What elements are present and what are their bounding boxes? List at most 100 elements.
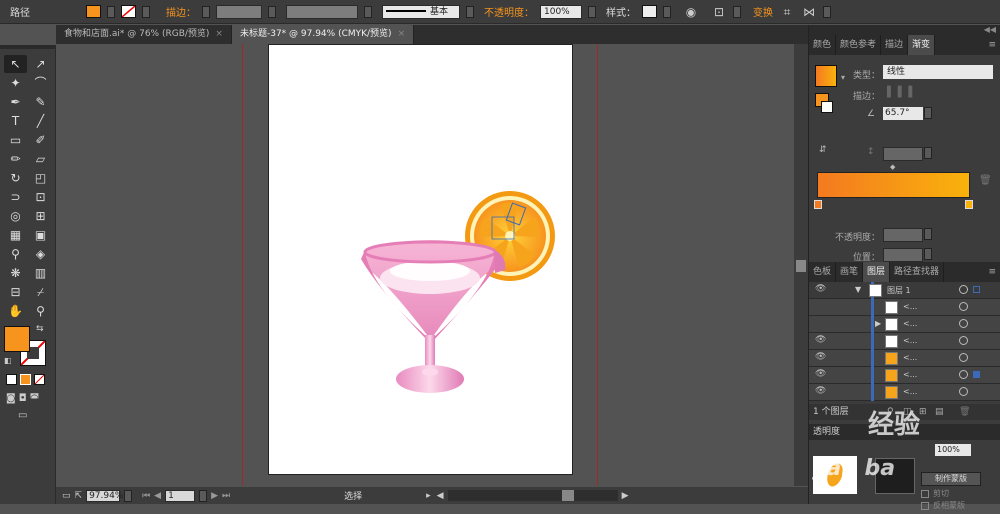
visibility-eye-icon[interactable]: 👁 (815, 284, 826, 294)
target-icon[interactable] (959, 319, 968, 328)
sublayer-name[interactable]: <... (903, 353, 917, 362)
blend-tool[interactable]: ◈ (29, 245, 52, 263)
delete-stop-icon[interactable]: 🗑 (979, 175, 992, 186)
curvature-tool[interactable]: ✎ (29, 93, 52, 111)
new-sublayer-icon[interactable]: ⊞ (919, 404, 927, 420)
sublayer-row[interactable]: 👁 <... (809, 333, 1000, 350)
artboard-tool[interactable]: ⊟ (4, 283, 27, 301)
visibility-eye-icon[interactable]: 👁 (815, 352, 826, 362)
tab-color-guide[interactable]: 颜色参考 (836, 35, 882, 55)
panel-menu-icon[interactable]: ≡ (984, 35, 1000, 55)
magic-wand-tool[interactable]: ✦ (4, 74, 27, 92)
rotate-tool[interactable]: ↻ (4, 169, 27, 187)
artboard[interactable] (268, 44, 573, 475)
transparency-title[interactable]: 透明度 (813, 427, 840, 437)
eraser-tool[interactable]: ▱ (29, 150, 52, 168)
angle-field[interactable]: 65.7° (883, 107, 923, 120)
clip-checkbox[interactable] (921, 490, 929, 498)
line-tool[interactable]: ╱ (29, 112, 52, 130)
pen-tool[interactable]: ✒ (4, 93, 27, 111)
layer-name[interactable]: 图层 1 (887, 285, 911, 296)
pencil-tool[interactable]: ✏ (4, 150, 27, 168)
sublayer-name[interactable]: <... (903, 370, 917, 379)
stroke-dropdown-icon[interactable] (142, 5, 150, 18)
new-layer-icon[interactable]: ▤ (935, 404, 944, 420)
midpoint-diamond-icon[interactable]: ◆ (890, 163, 895, 171)
artboard-nav-icon[interactable]: ▭ (62, 491, 71, 501)
target-icon[interactable] (959, 353, 968, 362)
page-dropdown[interactable] (199, 489, 208, 502)
gradient-tool[interactable]: ▣ (29, 226, 52, 244)
fill-dropdown-icon[interactable] (107, 5, 115, 18)
first-artboard-icon[interactable]: ⏮ (142, 491, 150, 501)
gradient-type-select[interactable]: 线性 (883, 65, 993, 79)
horizontal-scrollbar[interactable] (447, 490, 618, 501)
sublayer-row[interactable]: 👁 <... (809, 384, 1000, 401)
target-icon[interactable] (959, 387, 968, 396)
target-icon[interactable] (959, 370, 968, 379)
draw-behind-icon[interactable]: ◘ (19, 393, 27, 404)
sublayer-name[interactable]: <... (903, 319, 917, 328)
sublayer-row[interactable]: <... (809, 299, 1000, 316)
scroll-thumb[interactable] (796, 260, 806, 272)
expand-arrow-icon[interactable]: ▼ (855, 285, 861, 294)
none-mode-icon[interactable] (34, 374, 45, 385)
last-artboard-icon[interactable]: ⏭ (222, 491, 230, 501)
align-dropdown[interactable] (733, 5, 741, 18)
hscroll-left-icon[interactable]: ◀ (437, 491, 444, 501)
column-graph-tool[interactable]: ▥ (29, 264, 52, 282)
stroke-weight-stepper[interactable] (202, 5, 210, 18)
zoom-field[interactable]: 97.94% (86, 489, 123, 502)
transparency-opacity-field[interactable]: 100% (935, 444, 971, 456)
opacity-label[interactable]: 不透明度： (484, 4, 534, 19)
aspect-ratio-dropdown[interactable] (924, 147, 932, 159)
target-icon[interactable] (959, 302, 968, 311)
export-icon[interactable]: ⇱ (75, 491, 83, 501)
angle-dropdown[interactable] (924, 107, 932, 119)
hscroll-thumb[interactable] (561, 490, 574, 501)
layer-row[interactable]: 👁 ▼ 图层 1 (809, 282, 1000, 299)
sublayer-row[interactable]: ▶ <... (809, 316, 1000, 333)
slice-tool[interactable]: ⌿ (29, 283, 52, 301)
doc-tab-2[interactable]: 未标题-37* @ 97.94% (CMYK/预览) × (231, 25, 415, 44)
perspective-grid-tool[interactable]: ⊞ (29, 207, 52, 225)
gradient-preview-swatch[interactable] (815, 65, 837, 87)
variable-width-field[interactable] (286, 4, 358, 19)
stop-location-field[interactable] (883, 248, 923, 262)
opacity-field[interactable]: 100% (540, 4, 582, 19)
tab-stroke[interactable]: 描边 (881, 35, 909, 55)
target-icon[interactable] (959, 336, 968, 345)
sublayer-name[interactable]: <... (903, 336, 917, 345)
tab-gradient[interactable]: 渐变 (908, 35, 936, 55)
cocktail-artwork[interactable] (269, 45, 574, 476)
hscroll-right-icon[interactable]: ▶ (622, 491, 629, 501)
close-icon[interactable]: × (215, 29, 223, 39)
visibility-eye-icon[interactable]: 👁 (815, 386, 826, 396)
brush-style-dropdown[interactable] (466, 5, 474, 18)
width-tool[interactable]: ⊃ (4, 188, 27, 206)
gradient-stop-left[interactable] (814, 200, 822, 209)
eyedropper-tool[interactable]: ⚲ (4, 245, 27, 263)
transform-link[interactable]: 变换 (753, 4, 773, 19)
zoom-dropdown[interactable] (124, 489, 133, 502)
stroke-none-swatch[interactable] (121, 5, 136, 18)
graphic-style-swatch[interactable] (642, 5, 657, 18)
sublayer-row[interactable]: 👁 <... (809, 367, 1000, 384)
stop-opacity-dropdown[interactable] (924, 228, 932, 240)
swap-fill-stroke-icon[interactable]: ⇆ (36, 324, 44, 334)
transform-options-icon[interactable]: ⋈ (801, 4, 817, 20)
free-transform-tool[interactable]: ⊡ (29, 188, 52, 206)
brush-style-field[interactable]: 基本 (382, 4, 460, 19)
stroke-label[interactable]: 描边： (166, 4, 196, 19)
rectangle-tool[interactable]: ▭ (4, 131, 27, 149)
delete-layer-icon[interactable]: 🗑 (959, 404, 970, 420)
paintbrush-tool[interactable]: ✐ (29, 131, 52, 149)
draw-inside-icon[interactable]: ◚ (30, 393, 40, 404)
sublayer-name[interactable]: <... (903, 387, 917, 396)
make-mask-button[interactable]: 制作蒙版 (921, 472, 981, 486)
stroke-mini-swatch[interactable] (821, 101, 833, 113)
close-icon[interactable]: × (398, 29, 406, 39)
invert-mask-checkbox[interactable] (921, 502, 929, 510)
direct-selection-tool[interactable]: ↗ (29, 55, 52, 73)
selection-tool[interactable]: ↖ (4, 55, 27, 73)
